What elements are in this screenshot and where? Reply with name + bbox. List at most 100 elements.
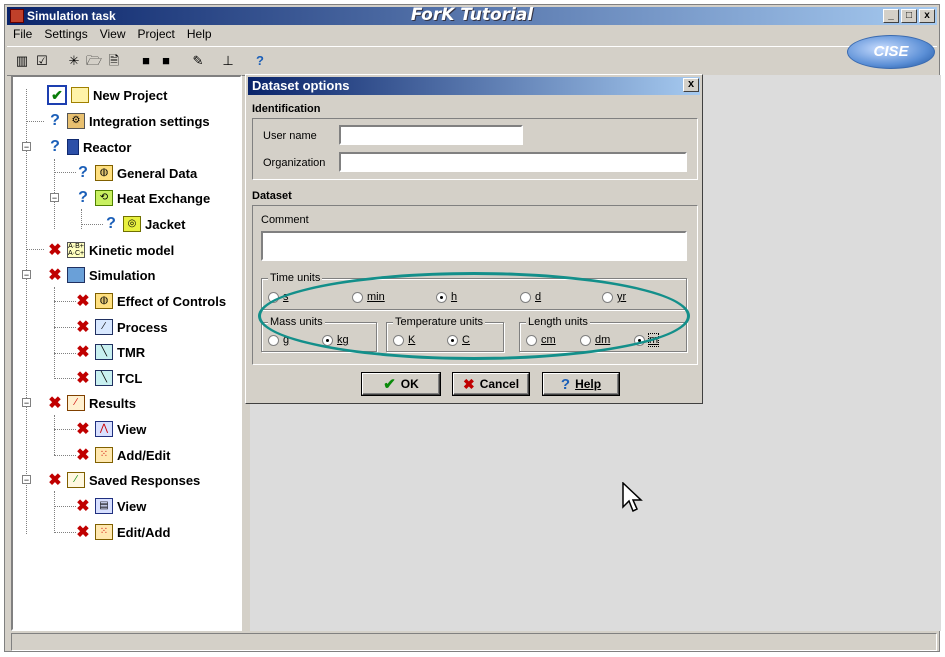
- tree-item-reactor[interactable]: ? Reactor: [47, 137, 131, 157]
- dialog-close-button[interactable]: x: [683, 78, 699, 92]
- menu-file[interactable]: File: [7, 26, 38, 44]
- tree-item-results-add-edit[interactable]: ✖ ⁙ Add/Edit: [75, 445, 170, 465]
- vessel-icon: ◍: [95, 165, 113, 181]
- save-as-icon[interactable]: ■: [157, 53, 175, 69]
- dataset-options-dialog: Dataset options x Identification User na…: [245, 74, 703, 404]
- user-name-input[interactable]: [339, 125, 523, 145]
- run-icon[interactable]: ⊥: [219, 53, 237, 69]
- checklist-icon[interactable]: ☑: [33, 53, 51, 69]
- menu-view[interactable]: View: [94, 26, 132, 44]
- time-units-group: Time units s min h d yr: [261, 272, 687, 310]
- title-bar: Simulation task ForK Tutorial _ □ x: [7, 5, 937, 25]
- time-unit-s-radio[interactable]: s: [268, 291, 289, 303]
- saved-view-icon: ▤: [95, 498, 113, 514]
- jacket-icon: ◎: [123, 216, 141, 232]
- dice-icon: ⁙: [95, 524, 113, 540]
- user-name-label: User name: [263, 130, 317, 142]
- time-unit-h-radio[interactable]: h: [436, 291, 457, 303]
- question-icon: ?: [106, 215, 116, 232]
- tree-item-saved-edit-add[interactable]: ✖ ⁙ Edit/Add: [75, 522, 170, 542]
- error-icon: ✖: [76, 319, 90, 336]
- error-icon: ✖: [48, 242, 62, 259]
- expander-results[interactable]: −: [22, 398, 31, 408]
- temperature-units-label: Temperature units: [393, 316, 486, 328]
- expander-heat-exchange[interactable]: −: [50, 193, 59, 203]
- expander-reactor[interactable]: −: [22, 142, 31, 152]
- process-chart-icon: ∕: [95, 319, 113, 335]
- time-units-label: Time units: [268, 272, 323, 284]
- tree-item-effect-of-controls[interactable]: ✖ ◍ Effect of Controls: [75, 291, 226, 311]
- length-unit-dm-radio[interactable]: dm: [580, 334, 610, 346]
- tree-item-saved-responses[interactable]: ✖ ∕ Saved Responses: [47, 470, 200, 490]
- temperature-units-group: Temperature units K C: [386, 316, 504, 352]
- mass-unit-kg-radio[interactable]: kg: [322, 334, 349, 346]
- reactor-icon: [67, 139, 79, 155]
- length-units-group: Length units cm dm m: [519, 316, 687, 352]
- maximize-button[interactable]: □: [901, 9, 917, 23]
- saved-chart-icon: ∕: [67, 472, 85, 488]
- tcl-chart-icon: ╲: [95, 370, 113, 386]
- computer-icon: [67, 267, 85, 283]
- question-icon: ?: [78, 189, 88, 206]
- tree-item-simulation[interactable]: ✖ Simulation: [47, 265, 155, 285]
- organization-input[interactable]: [339, 152, 687, 172]
- mass-units-label: Mass units: [268, 316, 325, 328]
- tree-item-results[interactable]: ✖ ∕ Results: [47, 393, 136, 413]
- tree-item-jacket[interactable]: ? ◎ Jacket: [103, 214, 185, 234]
- minimize-button[interactable]: _: [883, 9, 899, 23]
- tree-item-new-project[interactable]: ✔ New Project: [47, 85, 167, 105]
- question-icon: ?: [50, 112, 60, 129]
- temperature-unit-c-radio[interactable]: C: [447, 334, 470, 346]
- mass-unit-g-radio[interactable]: g: [268, 334, 289, 346]
- dataset-heading: Dataset: [252, 190, 292, 202]
- mass-units-group: Mass units g kg: [261, 316, 377, 352]
- menu-project[interactable]: Project: [132, 26, 181, 44]
- tree-item-heat-exchange[interactable]: ? ⟲ Heat Exchange: [75, 188, 210, 208]
- mouse-cursor-icon: [622, 482, 643, 513]
- expander-simulation[interactable]: −: [22, 270, 31, 280]
- comment-label: Comment: [261, 214, 309, 226]
- check-icon: ✔: [47, 85, 67, 105]
- tree-item-saved-view[interactable]: ✖ ▤ View: [75, 496, 146, 516]
- save-icon[interactable]: ■: [137, 53, 155, 69]
- temperature-unit-k-radio[interactable]: K: [393, 334, 415, 346]
- tree-item-results-view[interactable]: ✖ ⋀ View: [75, 419, 146, 439]
- tree-item-kinetic-model[interactable]: ✖ A·B+ A·C+ Kinetic model: [47, 240, 174, 260]
- identification-heading: Identification: [252, 103, 321, 115]
- tree-item-process[interactable]: ✖ ∕ Process: [75, 317, 168, 337]
- expander-saved-responses[interactable]: −: [22, 475, 31, 485]
- comment-input[interactable]: [261, 231, 687, 261]
- tree-item-tcl[interactable]: ✖ ╲ TCL: [75, 368, 142, 388]
- results-chart-icon: ∕: [67, 395, 85, 411]
- menu-settings[interactable]: Settings: [38, 26, 93, 44]
- open-folder-icon[interactable]: 🗁: [85, 53, 103, 69]
- identification-panel: User name Organization: [252, 118, 698, 180]
- ok-button[interactable]: ✔ OK: [362, 373, 440, 395]
- close-button[interactable]: x: [919, 9, 935, 23]
- edit-icon[interactable]: ✎: [189, 53, 207, 69]
- length-unit-m-radio[interactable]: m: [634, 333, 660, 347]
- cancel-button[interactable]: ✖ Cancel: [453, 373, 529, 395]
- tree-item-integration-settings[interactable]: ? ⚙ Integration settings: [47, 111, 210, 131]
- tree-view-icon[interactable]: ▥: [13, 53, 31, 69]
- help-icon[interactable]: ?: [251, 53, 269, 69]
- menu-help[interactable]: Help: [181, 26, 218, 44]
- help-button[interactable]: ? Help: [543, 373, 619, 395]
- error-icon: ✖: [76, 498, 90, 515]
- error-icon: ✖: [76, 447, 90, 464]
- status-bar: [11, 633, 937, 651]
- time-unit-min-radio[interactable]: min: [352, 291, 385, 303]
- tree-item-tmr[interactable]: ✖ ╲ TMR: [75, 342, 145, 362]
- dice-icon: ⁙: [95, 447, 113, 463]
- tree-item-general-data[interactable]: ? ◍ General Data: [75, 163, 197, 183]
- gears-icon: ⚙: [67, 113, 85, 129]
- error-icon: ✖: [76, 421, 90, 438]
- folder-icon: [71, 87, 89, 103]
- tmr-chart-icon: ╲: [95, 344, 113, 360]
- error-icon: ✖: [48, 267, 62, 284]
- time-unit-d-radio[interactable]: d: [520, 291, 541, 303]
- new-icon[interactable]: ✳: [65, 53, 83, 69]
- length-unit-cm-radio[interactable]: cm: [526, 334, 556, 346]
- open-file-icon[interactable]: 🗎: [105, 53, 123, 69]
- time-unit-yr-radio[interactable]: yr: [602, 291, 626, 303]
